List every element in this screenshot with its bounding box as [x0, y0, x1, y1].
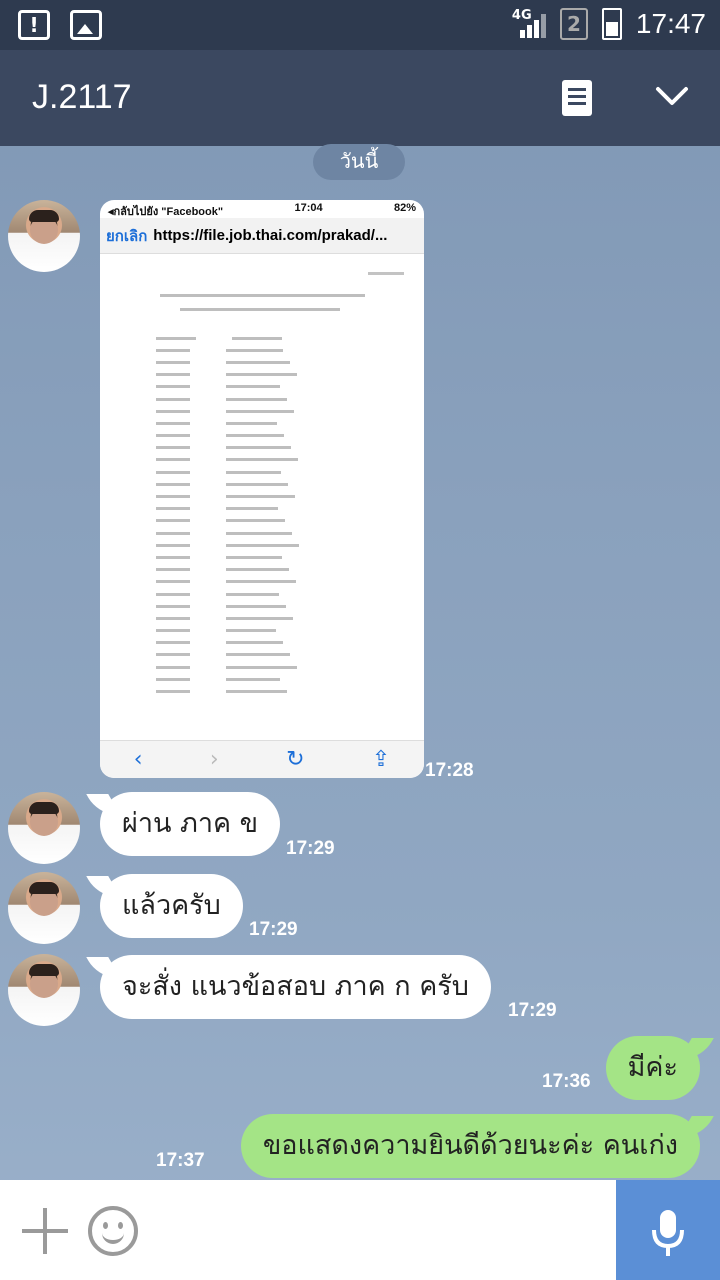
doc-row	[156, 600, 356, 612]
battery-icon	[601, 8, 622, 40]
doc-row	[156, 466, 356, 478]
doc-row	[156, 454, 356, 466]
plus-icon[interactable]	[22, 1208, 68, 1254]
image-message[interactable]: ◂กลับไปยัง "Facebook" 17:04 82% ยกเลิก h…	[100, 200, 424, 778]
avatar[interactable]	[8, 792, 80, 864]
message-time: 17:29	[249, 919, 298, 940]
shot-back-label: ◂กลับไปยัง "Facebook"	[108, 206, 224, 218]
share-icon: ⇪	[371, 747, 391, 772]
shot-battery: 82%	[393, 202, 416, 214]
message-time: 17:29	[286, 838, 335, 859]
avatar[interactable]	[8, 872, 80, 944]
notes-icon[interactable]	[562, 80, 592, 116]
doc-row	[156, 369, 356, 381]
outgoing-message[interactable]: มีค่ะ	[605, 1036, 700, 1100]
back-icon: ‹	[133, 747, 143, 772]
avatar[interactable]	[8, 200, 80, 272]
image-notification-icon	[70, 10, 102, 40]
doc-row	[156, 442, 356, 454]
doc-row	[156, 503, 356, 515]
doc-row	[156, 588, 356, 600]
reload-icon: ↻	[286, 747, 305, 772]
avatar[interactable]	[8, 954, 80, 1026]
sim-icon: 2	[559, 8, 588, 40]
doc-row	[156, 478, 356, 490]
outgoing-message[interactable]: ขอแสดงความยินดีด้วยนะค่ะ คนเก่ง	[240, 1114, 700, 1178]
doc-row	[156, 673, 356, 685]
message-time: 17:28	[425, 760, 474, 781]
doc-row	[156, 515, 356, 527]
status-bar: ! 4G 2 17:47	[0, 0, 720, 50]
incoming-message[interactable]: จะสั่ง แนวข้อสอบ ภาค ก ครับ	[100, 955, 491, 1019]
doc-row	[156, 393, 356, 405]
doc-row	[156, 612, 356, 624]
emoji-icon[interactable]	[88, 1206, 138, 1256]
shot-url: https://file.job.thai.com/prakad/...	[153, 227, 388, 244]
doc-row	[156, 539, 356, 551]
doc-row	[156, 527, 356, 539]
voice-button[interactable]	[616, 1180, 720, 1280]
shot-status-bar: ◂กลับไปยัง "Facebook" 17:04 82%	[100, 200, 424, 218]
chat-header: J.2117	[0, 50, 720, 146]
doc-row	[156, 685, 356, 697]
doc-row	[156, 344, 356, 356]
message-time: 17:37	[156, 1150, 205, 1171]
doc-row	[156, 661, 356, 673]
alert-icon: !	[18, 10, 50, 40]
message-input-bar	[0, 1180, 720, 1280]
shot-address-bar: ยกเลิก https://file.job.thai.com/prakad/…	[100, 218, 424, 254]
shot-cancel: ยกเลิก	[106, 227, 148, 245]
doc-row	[156, 356, 356, 368]
doc-row	[156, 576, 356, 588]
doc-row	[156, 637, 356, 649]
doc-row	[156, 405, 356, 417]
incoming-message[interactable]: ผ่าน ภาค ข	[100, 792, 281, 856]
forward-icon: ›	[209, 747, 219, 772]
message-time: 17:36	[542, 1071, 591, 1092]
date-divider: วันนี้	[313, 144, 405, 180]
shot-document-table	[156, 332, 356, 698]
mic-icon	[652, 1210, 684, 1256]
clock: 17:47	[635, 8, 706, 39]
doc-row	[156, 430, 356, 442]
shot-document	[100, 254, 424, 724]
chevron-down-icon[interactable]	[654, 78, 690, 114]
doc-row	[156, 649, 356, 661]
doc-row	[156, 332, 356, 344]
doc-row	[156, 381, 356, 393]
shot-toolbar: ‹ › ↻ ⇪	[100, 740, 424, 778]
signal-icon: 4G	[512, 8, 546, 40]
chat-title[interactable]: J.2117	[32, 78, 132, 117]
doc-row	[156, 490, 356, 502]
message-time: 17:29	[508, 1000, 557, 1021]
shot-clock: 17:04	[294, 202, 323, 214]
incoming-message[interactable]: แล้วครับ	[100, 874, 243, 938]
doc-row	[156, 564, 356, 576]
doc-row	[156, 551, 356, 563]
doc-row	[156, 625, 356, 637]
doc-row	[156, 417, 356, 429]
